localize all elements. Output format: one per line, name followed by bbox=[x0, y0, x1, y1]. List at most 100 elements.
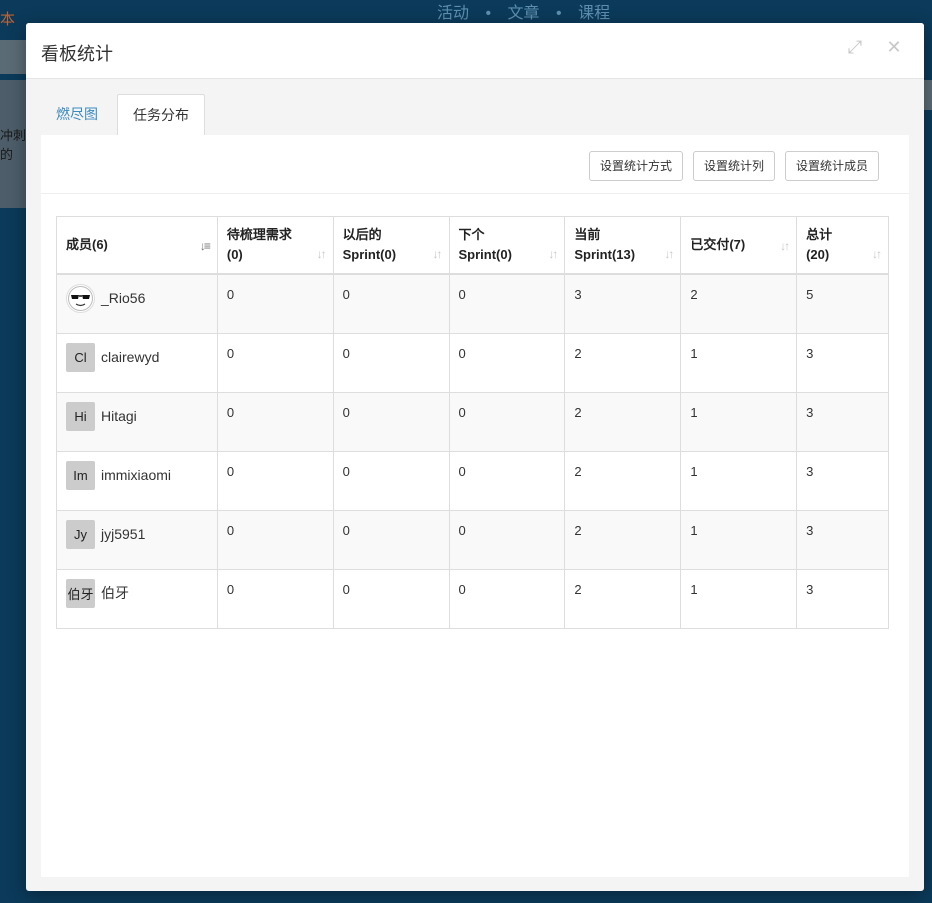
cell-delivered: 1 bbox=[680, 451, 798, 511]
member-cell: Hi Hitagi bbox=[56, 392, 218, 452]
sort-icon[interactable]: ↓↑ bbox=[317, 247, 327, 261]
member-name: _Rio56 bbox=[101, 290, 146, 306]
avatar: Jy bbox=[66, 519, 95, 549]
sort-icon[interactable]: ↓↑ bbox=[872, 247, 882, 261]
cell-next-sprint: 0 bbox=[448, 333, 566, 393]
cell-later-sprint: 0 bbox=[332, 392, 450, 452]
stats-table: 成员(6) ↓≡ 待梳理需求 (0) ↓↑ 以后的 Sprint(0) ↓↑ 下… bbox=[56, 216, 889, 629]
header-row: 成员(6) ↓≡ 待梳理需求 (0) ↓↑ 以后的 Sprint(0) ↓↑ 下… bbox=[56, 216, 889, 275]
sort-desc-icon[interactable]: ↓≡ bbox=[200, 239, 211, 253]
table-row: _Rio56 0 0 0 3 2 5 bbox=[56, 273, 889, 334]
header-label: 以后的 bbox=[342, 227, 382, 242]
cell-next-sprint: 0 bbox=[448, 451, 566, 511]
sort-icon[interactable]: ↓↑ bbox=[548, 247, 558, 261]
header-label: 待梳理需求 bbox=[226, 227, 292, 242]
bg-left-text: 本 bbox=[0, 11, 16, 28]
member-name: clairewyd bbox=[101, 349, 160, 365]
cell-total: 3 bbox=[796, 569, 889, 629]
header-label: 总计 bbox=[806, 227, 833, 242]
cell-backlog: 0 bbox=[216, 273, 334, 334]
header-label: 成员(6) bbox=[66, 237, 108, 252]
set-stat-columns-button[interactable]: 设置统计列 bbox=[693, 151, 776, 181]
header-count: Sprint(13) bbox=[574, 247, 636, 262]
bg-right-bar bbox=[924, 80, 932, 110]
cell-later-sprint: 0 bbox=[332, 451, 450, 511]
member-cell: Jy jyj5951 bbox=[56, 510, 218, 570]
member-name: immixiaomi bbox=[101, 467, 171, 483]
cell-delivered: 1 bbox=[680, 569, 798, 629]
header-count: (20) bbox=[806, 247, 830, 262]
cell-next-sprint: 0 bbox=[448, 392, 566, 452]
col-header-delivered[interactable]: 已交付(7) ↓↑ bbox=[680, 216, 798, 275]
cell-delivered: 2 bbox=[680, 273, 798, 334]
cell-total: 3 bbox=[796, 510, 889, 570]
bg-left-panel: 冲刺的 bbox=[0, 80, 26, 208]
tab-burndown[interactable]: 燃尽图 bbox=[41, 94, 113, 134]
cell-delivered: 1 bbox=[680, 333, 798, 393]
cell-backlog: 0 bbox=[216, 392, 334, 452]
close-icon[interactable]: ✕ bbox=[883, 36, 905, 58]
cell-later-sprint: 0 bbox=[332, 273, 450, 334]
cell-next-sprint: 0 bbox=[448, 569, 566, 629]
bg-nav-item: 文章 bbox=[507, 5, 540, 22]
col-header-next-sprint[interactable]: 下个 Sprint(0) ↓↑ bbox=[448, 216, 566, 275]
member-name: Hitagi bbox=[101, 408, 137, 424]
cell-current-sprint: 2 bbox=[564, 451, 682, 511]
member-cell: 伯牙 伯牙 bbox=[56, 569, 218, 629]
set-stat-members-button[interactable]: 设置统计成员 bbox=[785, 151, 880, 181]
set-stat-mode-button[interactable]: 设置统计方式 bbox=[589, 151, 684, 181]
cell-backlog: 0 bbox=[216, 569, 334, 629]
col-header-current-sprint[interactable]: 当前 Sprint(13) ↓↑ bbox=[564, 216, 682, 275]
table-row: Im immixiaomi 0 0 0 2 1 3 bbox=[56, 451, 889, 511]
modal-header: 看板统计 ⤢ ✕ bbox=[26, 23, 924, 79]
cell-later-sprint: 0 bbox=[332, 569, 450, 629]
member-cell: Cl clairewyd bbox=[56, 333, 218, 393]
cell-current-sprint: 2 bbox=[564, 569, 682, 629]
board-stats-modal: 看板统计 ⤢ ✕ 燃尽图 任务分布 设置统计方式 设置统计列 设置统计成员 成员… bbox=[26, 23, 924, 891]
header-count: (0) bbox=[226, 247, 243, 262]
cell-current-sprint: 2 bbox=[564, 333, 682, 393]
tab-bar: 燃尽图 任务分布 bbox=[41, 94, 911, 137]
header-count: Sprint(0) bbox=[342, 247, 397, 262]
col-header-member[interactable]: 成员(6) ↓≡ bbox=[56, 216, 218, 275]
cell-later-sprint: 0 bbox=[332, 333, 450, 393]
member-cell: _Rio56 bbox=[56, 273, 218, 334]
member-name: jyj5951 bbox=[101, 526, 146, 542]
sort-icon[interactable]: ↓↑ bbox=[664, 247, 674, 261]
cell-backlog: 0 bbox=[216, 451, 334, 511]
cell-backlog: 0 bbox=[216, 333, 334, 393]
col-header-backlog[interactable]: 待梳理需求 (0) ↓↑ bbox=[216, 216, 334, 275]
header-label: 下个 bbox=[458, 227, 485, 242]
table-row: 伯牙 伯牙 0 0 0 2 1 3 bbox=[56, 569, 889, 629]
toolbar: 设置统计方式 设置统计列 设置统计成员 bbox=[41, 135, 909, 194]
table-row: Jy jyj5951 0 0 0 2 1 3 bbox=[56, 510, 889, 570]
header-count: Sprint(0) bbox=[458, 247, 512, 262]
bg-left-bar bbox=[0, 40, 26, 74]
cell-total: 3 bbox=[796, 333, 889, 393]
tab-panel: 设置统计方式 设置统计列 设置统计成员 成员(6) ↓≡ 待梳理需求 (0) ↓… bbox=[41, 135, 909, 877]
cell-next-sprint: 0 bbox=[448, 273, 566, 334]
member-cell: Im immixiaomi bbox=[56, 451, 218, 511]
sunglasses-face-icon bbox=[66, 283, 95, 313]
header-label: 已交付(7) bbox=[690, 237, 746, 252]
sort-icon[interactable]: ↓↑ bbox=[780, 239, 790, 253]
cell-current-sprint: 3 bbox=[564, 273, 682, 334]
cell-delivered: 1 bbox=[680, 510, 798, 570]
sort-icon[interactable]: ↓↑ bbox=[433, 247, 443, 261]
cell-backlog: 0 bbox=[216, 510, 334, 570]
header-label: 当前 bbox=[574, 227, 601, 242]
avatar: Cl bbox=[66, 342, 95, 372]
expand-icon[interactable]: ⤢ bbox=[844, 36, 866, 58]
table-row: Cl clairewyd 0 0 0 2 1 3 bbox=[56, 333, 889, 393]
bg-nav-item: 课程 bbox=[578, 5, 611, 22]
avatar: Im bbox=[66, 460, 95, 490]
table-row: Hi Hitagi 0 0 0 2 1 3 bbox=[56, 392, 889, 452]
avatar: Hi bbox=[66, 401, 95, 431]
tab-task-distribution[interactable]: 任务分布 bbox=[117, 94, 205, 137]
cell-total: 3 bbox=[796, 392, 889, 452]
cell-total: 3 bbox=[796, 451, 889, 511]
col-header-total[interactable]: 总计 (20) ↓↑ bbox=[796, 216, 889, 275]
avatar: 伯牙 bbox=[66, 578, 95, 608]
col-header-later-sprint[interactable]: 以后的 Sprint(0) ↓↑ bbox=[332, 216, 450, 275]
cell-next-sprint: 0 bbox=[448, 510, 566, 570]
